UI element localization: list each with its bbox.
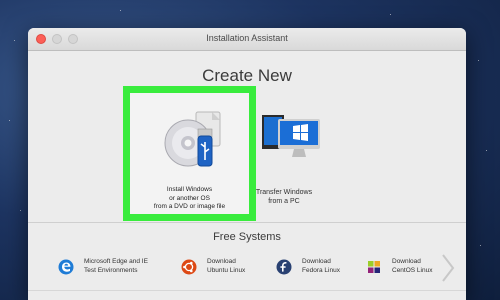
free-item-line-1: Download xyxy=(392,258,421,265)
free-item-text: Download Fedora Linux xyxy=(302,258,340,275)
fedora-icon xyxy=(276,259,292,274)
free-item-text: Microsoft Edge and IE Test Environments xyxy=(84,258,148,275)
install-label-line-2: or another OS xyxy=(169,194,210,202)
star xyxy=(9,120,10,121)
window-title: Installation Assistant xyxy=(206,33,288,43)
centos-icon xyxy=(366,259,382,274)
page-title: Create New xyxy=(202,66,292,85)
free-item-ubuntu[interactable]: Download Ubuntu Linux xyxy=(181,258,245,275)
star xyxy=(478,60,479,61)
install-label-line-3: from a DVD or image file xyxy=(153,203,226,210)
free-item-fedora[interactable]: Download Fedora Linux xyxy=(276,258,340,275)
ubuntu-icon xyxy=(181,259,197,274)
title-bar[interactable]: Installation Assistant xyxy=(28,28,466,51)
dvd-usb-icon xyxy=(164,111,221,167)
chevron-right-icon[interactable] xyxy=(440,253,456,283)
free-systems-heading: Free Systems xyxy=(213,231,281,243)
free-item-line-2: CentOS Linux xyxy=(392,266,433,274)
star xyxy=(390,14,391,15)
free-item-text: Download CentOS Linux xyxy=(392,258,432,275)
install-windows-option[interactable]: Install Windows or another OS from a DVD… xyxy=(123,86,256,221)
star xyxy=(120,10,121,11)
free-item-text: Download Ubuntu Linux xyxy=(207,258,245,275)
free-item-edge[interactable]: Microsoft Edge and IE Test Environments xyxy=(58,258,148,275)
star xyxy=(20,210,21,211)
free-item-line-1: Microsoft Edge and IE xyxy=(84,258,148,265)
free-item-line-2: Test Environments xyxy=(84,266,138,274)
free-item-line-2: Ubuntu Linux xyxy=(207,266,246,274)
free-item-line-1: Download xyxy=(302,258,331,265)
install-label-line-1: Install Windows xyxy=(166,186,213,193)
transfer-label-line-2: from a PC xyxy=(268,198,300,205)
star xyxy=(480,245,481,246)
star xyxy=(14,40,15,41)
installation-assistant-window: Installation Assistant Create New Instal… xyxy=(28,28,466,300)
pc-transfer-icon[interactable] xyxy=(262,113,324,161)
bottom-divider xyxy=(28,290,466,291)
section-divider xyxy=(28,222,466,223)
install-option-label: Install Windows or another OS from a DVD… xyxy=(130,186,249,212)
free-item-centos[interactable]: Download CentOS Linux xyxy=(366,258,432,275)
free-item-line-1: Download xyxy=(207,258,236,265)
transfer-windows-option[interactable]: Transfer Windows from a PC xyxy=(244,188,324,206)
transfer-label-line-1: Transfer Windows xyxy=(255,189,313,196)
edge-icon xyxy=(58,259,74,274)
star xyxy=(486,150,487,151)
free-item-line-2: Fedora Linux xyxy=(302,266,340,274)
